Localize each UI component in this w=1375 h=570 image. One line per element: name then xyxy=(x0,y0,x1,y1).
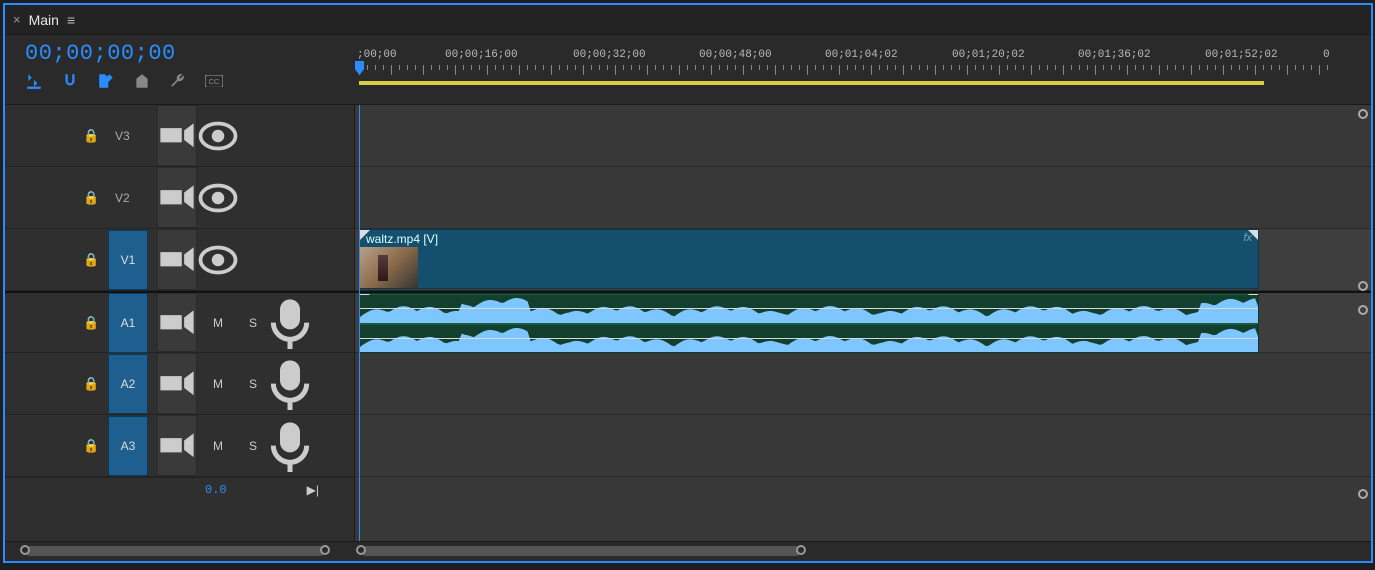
solo-button[interactable]: S xyxy=(241,372,265,396)
zoom-handle-icon[interactable] xyxy=(320,545,330,555)
settings-wrench-icon[interactable] xyxy=(169,72,187,90)
sync-lock-button[interactable] xyxy=(157,353,197,414)
panel-menu-icon[interactable]: ≡ xyxy=(67,12,75,28)
insert-sequence-icon[interactable] xyxy=(25,72,43,90)
ruler-label: 00;00;48;00 xyxy=(699,49,772,61)
lock-icon[interactable]: 🔒 xyxy=(83,252,99,268)
lock-icon[interactable]: 🔒 xyxy=(83,315,99,331)
svg-text:CC: CC xyxy=(209,77,219,86)
track-header-v1: 🔒 V1 xyxy=(5,229,354,291)
mute-button[interactable]: M xyxy=(206,372,230,396)
track-label[interactable]: V2 xyxy=(115,191,130,205)
track-lane-v3[interactable] xyxy=(355,105,1371,167)
zoom-handle-icon[interactable] xyxy=(796,545,806,555)
lock-icon[interactable]: 🔒 xyxy=(83,438,99,454)
timeline-body: 🔒 V3 🔒 V2 🔒 V1 🔒 A1 xyxy=(5,105,1371,541)
track-label[interactable]: V3 xyxy=(115,129,130,143)
vertical-zoom-handle[interactable] xyxy=(1357,109,1369,119)
track-headers: 🔒 V3 🔒 V2 🔒 V1 🔒 A1 xyxy=(5,105,355,541)
ruler-ticks xyxy=(355,65,1371,79)
mute-button[interactable]: M xyxy=(206,434,230,458)
playhead-timecode[interactable]: 00;00;00;00 xyxy=(25,41,345,66)
lock-icon[interactable]: 🔒 xyxy=(83,190,99,206)
sync-lock-button[interactable] xyxy=(157,415,197,476)
go-to-end-icon[interactable]: ▶| xyxy=(307,483,319,497)
voiceover-record-button[interactable] xyxy=(270,415,310,476)
ruler-label: 00;01;04;02 xyxy=(825,49,898,61)
bottom-scrollbar-area xyxy=(5,541,1371,561)
lock-icon[interactable]: 🔒 xyxy=(83,128,99,144)
linked-selection-icon[interactable] xyxy=(97,72,115,90)
source-patch-v1[interactable]: V1 xyxy=(108,230,148,290)
close-panel-icon[interactable]: × xyxy=(13,12,21,27)
lock-icon[interactable]: 🔒 xyxy=(83,376,99,392)
clip-title: waltz.mp4 [V] xyxy=(366,232,438,246)
waveform-channel xyxy=(360,295,1258,323)
track-lane-v1[interactable]: waltz.mp4 [V] fx xyxy=(355,229,1371,291)
toolbar: CC xyxy=(25,72,345,90)
track-lane-v2[interactable] xyxy=(355,167,1371,229)
ruler-label: 00;00;16;00 xyxy=(445,49,518,61)
zoom-scrollbar-left[interactable] xyxy=(5,542,355,561)
ruler-label: 0 xyxy=(1323,49,1330,61)
marker-icon[interactable] xyxy=(133,72,151,90)
timeline-tracks-area[interactable]: waltz.mp4 [V] fx ıılıı fx xyxy=(355,105,1371,541)
toggle-track-output-button[interactable] xyxy=(198,167,238,228)
zoom-handle-icon[interactable] xyxy=(20,545,30,555)
track-header-a3: 🔒 A3 M S xyxy=(5,415,354,477)
source-patch-a1[interactable]: A1 xyxy=(108,293,148,353)
track-header-v2: 🔒 V2 xyxy=(5,167,354,229)
vertical-zoom-handle[interactable] xyxy=(1357,305,1369,315)
track-header-a1: 🔒 A1 M S xyxy=(5,291,354,353)
horizontal-scrollbar[interactable] xyxy=(355,542,1371,561)
sync-lock-button[interactable] xyxy=(157,105,197,166)
track-header-v3: 🔒 V3 xyxy=(5,105,354,167)
ruler-label: 00;01;36;02 xyxy=(1078,49,1151,61)
header-controls: 00;00;00;00 CC xyxy=(5,35,355,104)
vertical-zoom-handle[interactable] xyxy=(1357,489,1369,499)
fx-badge[interactable]: fx xyxy=(1243,232,1252,244)
ruler-label: 00;00;32;00 xyxy=(573,49,646,61)
audio-clip[interactable]: ıılıı fx xyxy=(359,293,1259,353)
time-ruler[interactable]: ;00;00 00;00;16;00 00;00;32;00 00;00;48;00 0… xyxy=(355,45,1371,85)
waveform-channel xyxy=(360,325,1258,353)
snap-icon[interactable] xyxy=(61,72,79,90)
volume-rubberband[interactable] xyxy=(360,308,1258,309)
playhead-line[interactable] xyxy=(359,105,360,541)
tab-bar: × Main ≡ xyxy=(5,5,1371,35)
voiceover-record-button[interactable] xyxy=(270,293,310,352)
ruler-label: 00;01;20;02 xyxy=(952,49,1025,61)
video-clip[interactable]: waltz.mp4 [V] fx xyxy=(359,229,1259,289)
toggle-track-output-button[interactable] xyxy=(198,105,238,166)
solo-button[interactable]: S xyxy=(241,311,265,335)
track-header-a2: 🔒 A2 M S xyxy=(5,353,354,415)
timeline-header: 00;00;00;00 CC ;00;00 00;00;16;00 00;00;32… xyxy=(5,35,1371,105)
sync-lock-button[interactable] xyxy=(157,167,197,228)
clip-thumbnail xyxy=(360,247,418,289)
sync-lock-button[interactable] xyxy=(157,229,197,290)
source-patch-a2[interactable]: A2 xyxy=(108,354,148,414)
master-track-header: 0.0 ▶| xyxy=(5,477,354,501)
captions-icon[interactable]: CC xyxy=(205,72,223,90)
solo-button[interactable]: S xyxy=(241,434,265,458)
mute-button[interactable]: M xyxy=(206,311,230,335)
timeline-panel: × Main ≡ 00;00;00;00 CC ;00;00 00;00;16;0… xyxy=(3,3,1373,563)
toggle-track-output-button[interactable] xyxy=(198,229,238,290)
zoom-handle-icon[interactable] xyxy=(356,545,366,555)
voiceover-record-button[interactable] xyxy=(270,353,310,414)
track-lane-a2[interactable] xyxy=(355,353,1371,415)
track-lane-a3[interactable] xyxy=(355,415,1371,477)
ruler-label: 00;01;52;02 xyxy=(1205,49,1278,61)
pan-value[interactable]: 0.0 xyxy=(205,483,227,497)
track-lane-a1[interactable]: ıılıı fx xyxy=(355,291,1371,353)
ruler-label: ;00;00 xyxy=(357,49,397,61)
vertical-zoom-handle[interactable] xyxy=(1357,281,1369,291)
sequence-tab[interactable]: Main xyxy=(29,12,59,28)
work-area-bar[interactable] xyxy=(359,81,1264,85)
time-ruler-area: ;00;00 00;00;16;00 00;00;32;00 00;00;48;00 0… xyxy=(355,35,1371,104)
sync-lock-button[interactable] xyxy=(157,293,197,352)
volume-rubberband[interactable] xyxy=(360,338,1258,339)
source-patch-a3[interactable]: A3 xyxy=(108,416,148,476)
